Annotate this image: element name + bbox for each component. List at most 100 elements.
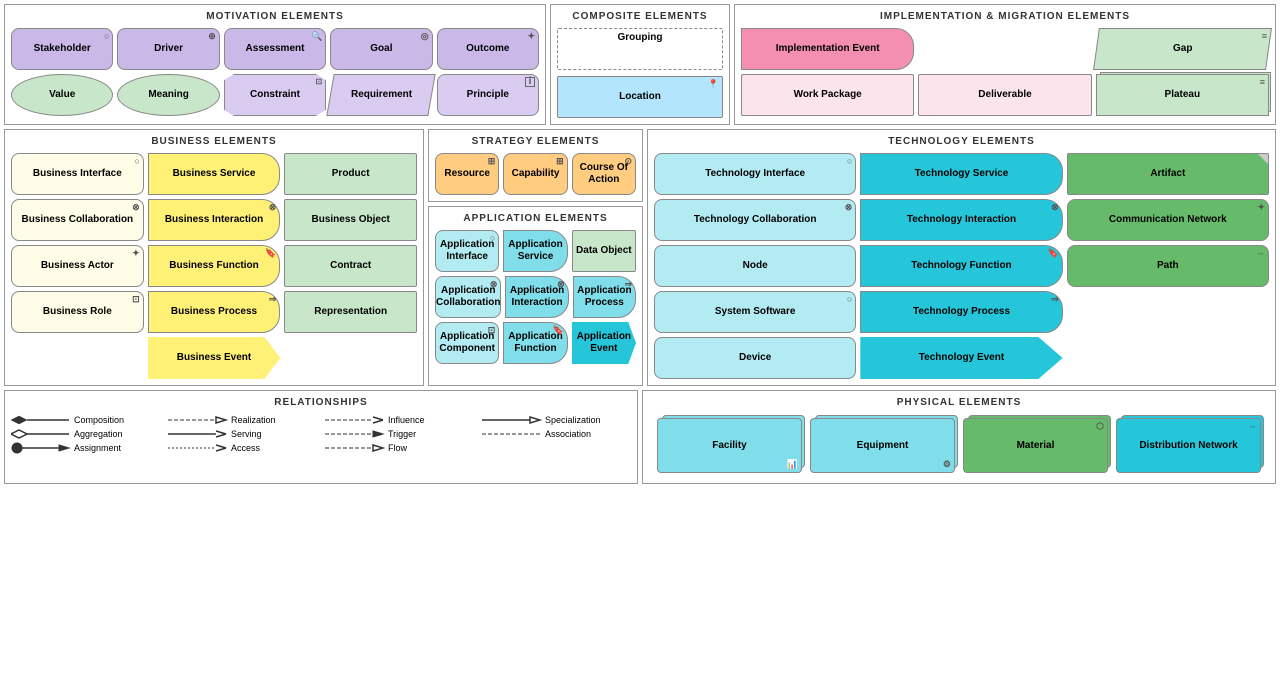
app-service[interactable]: Application Service xyxy=(503,230,567,272)
coa-icon: ⊙ xyxy=(624,156,632,167)
access-rel: Access xyxy=(168,442,317,454)
flow-line xyxy=(325,442,385,454)
application-title: APPLICATION ELEMENTS xyxy=(435,213,636,224)
artifact[interactable]: Artifact xyxy=(1067,153,1269,195)
business-object[interactable]: Business Object xyxy=(284,199,417,241)
goal[interactable]: ◎ Goal xyxy=(330,28,432,70)
specialization-label: Specialization xyxy=(545,415,601,425)
distribution-network[interactable]: ⇔ Distribution Network xyxy=(1116,418,1261,473)
trigger-line xyxy=(325,428,385,440)
location[interactable]: 📍 Location xyxy=(557,76,723,118)
bint-icon: ⊗ xyxy=(269,202,277,213)
ba-icon: ✦ xyxy=(132,248,140,259)
business-event[interactable]: Business Event xyxy=(148,337,281,379)
app-event[interactable]: Application Event xyxy=(572,322,636,364)
tech-empty2 xyxy=(1067,337,1269,379)
tech-function[interactable]: 🔖 Technology Function xyxy=(860,245,1062,287)
ap-icon: ⇒ xyxy=(624,279,632,290)
facility[interactable]: 📊 Facility xyxy=(657,418,802,473)
cn-icon: ✦ xyxy=(1257,202,1265,213)
physical-section: PHYSICAL ELEMENTS 📊 Facility ⚙ Equipment xyxy=(642,390,1276,484)
requirement[interactable]: Requirement xyxy=(326,74,436,116)
realization-label: Realization xyxy=(231,415,276,425)
plateau[interactable]: Plateau ≡ xyxy=(1096,74,1269,116)
serving-label: Serving xyxy=(231,429,262,439)
business-function[interactable]: 🔖 Business Function xyxy=(148,245,281,287)
ti-icon: ○ xyxy=(847,156,852,167)
constraint[interactable]: ⊡ Constraint xyxy=(224,74,326,116)
app-component[interactable]: ⊡ Application Component xyxy=(435,322,499,364)
principle[interactable]: i Principle xyxy=(437,74,539,116)
meaning[interactable]: Meaning xyxy=(117,74,219,116)
motivation-section: MOTIVATION ELEMENTS ○ Stakeholder ⊕ Driv… xyxy=(4,4,546,125)
aggregation-label: Aggregation xyxy=(74,429,123,439)
assessment-icon: 🔍 xyxy=(311,31,322,42)
communication-network[interactable]: ✦ Communication Network xyxy=(1067,199,1269,241)
system-software[interactable]: ○ System Software xyxy=(654,291,856,333)
business-role[interactable]: ⊡ Business Role xyxy=(11,291,144,333)
app-interaction[interactable]: ⊗ Application Interaction xyxy=(505,276,568,318)
bp-icon: ⇒ xyxy=(269,294,277,305)
app-function[interactable]: 🔖 Application Function xyxy=(503,322,567,364)
tech-event[interactable]: Technology Event xyxy=(860,337,1062,379)
assignment-rel: Assignment xyxy=(11,442,160,454)
mid-stack: STRATEGY ELEMENTS ⊞ Resource ⊞ Capabilit… xyxy=(428,129,643,386)
trigger-rel: Trigger xyxy=(325,428,474,440)
deliverable[interactable]: Deliverable xyxy=(918,74,1091,116)
tech-empty xyxy=(1067,291,1269,333)
tech-service[interactable]: Technology Service xyxy=(860,153,1062,195)
device[interactable]: Device xyxy=(654,337,856,379)
work-package[interactable]: Work Package xyxy=(741,74,914,116)
representation[interactable]: Representation xyxy=(284,291,417,333)
tech-interface[interactable]: ○ Technology Interface xyxy=(654,153,856,195)
motivation-title: MOTIVATION ELEMENTS xyxy=(11,11,539,22)
resource-icon: ⊞ xyxy=(488,156,496,167)
path[interactable]: ⇔ Path xyxy=(1067,245,1269,287)
business-actor[interactable]: ✦ Business Actor xyxy=(11,245,144,287)
main-container: MOTIVATION ELEMENTS ○ Stakeholder ⊕ Driv… xyxy=(0,0,1280,488)
realization-line xyxy=(168,414,228,426)
material[interactable]: ⬡ Material xyxy=(963,418,1108,473)
resource[interactable]: ⊞ Resource xyxy=(435,153,499,195)
business-process[interactable]: ⇒ Business Process xyxy=(148,291,281,333)
course-of-action[interactable]: ⊙ Course Of Action xyxy=(572,153,636,195)
stakeholder[interactable]: ○ Stakeholder xyxy=(11,28,113,70)
acomp-icon: ⊡ xyxy=(488,325,496,336)
data-object[interactable]: Data Object xyxy=(572,230,636,272)
relationships-section: RELATIONSHIPS Composition Realiz xyxy=(4,390,638,484)
composition-line xyxy=(11,414,71,426)
equipment[interactable]: ⚙ Equipment xyxy=(810,418,955,473)
tech-process[interactable]: ⇒ Technology Process xyxy=(860,291,1062,333)
assessment[interactable]: 🔍 Assessment xyxy=(224,28,326,70)
material-icon: ⬡ xyxy=(1096,421,1104,432)
value[interactable]: Value xyxy=(11,74,113,116)
flow-label: Flow xyxy=(388,443,407,453)
business-service[interactable]: Business Service xyxy=(148,153,281,195)
capability[interactable]: ⊞ Capability xyxy=(503,153,567,195)
bc-icon: ⊗ xyxy=(132,202,140,213)
contract[interactable]: Contract xyxy=(284,245,417,287)
product[interactable]: Product xyxy=(284,153,417,195)
business-interface[interactable]: ○ Business Interface xyxy=(11,153,144,195)
bi-icon: ○ xyxy=(134,156,139,167)
node[interactable]: Node xyxy=(654,245,856,287)
outcome[interactable]: ✦ Outcome xyxy=(437,28,539,70)
bf-icon: 🔖 xyxy=(265,248,276,259)
composite-section: COMPOSITE ELEMENTS Grouping 📍 Location xyxy=(550,4,730,125)
equipment-icon: ⚙ xyxy=(943,459,951,470)
tech-collaboration[interactable]: ⊗ Technology Collaboration xyxy=(654,199,856,241)
driver[interactable]: ⊕ Driver xyxy=(117,28,219,70)
strategy-section: STRATEGY ELEMENTS ⊞ Resource ⊞ Capabilit… xyxy=(428,129,643,202)
app-collaboration[interactable]: ⊗ Application Collaboration xyxy=(435,276,501,318)
gap[interactable]: Gap ≡ xyxy=(1093,28,1272,70)
app-interface[interactable]: ○ Application Interface xyxy=(435,230,499,272)
business-interaction[interactable]: ⊗ Business Interaction xyxy=(148,199,281,241)
implementation-event[interactable]: Implementation Event xyxy=(741,28,914,70)
physical-title: PHYSICAL ELEMENTS xyxy=(649,397,1269,408)
tech-interaction[interactable]: ⊗ Technology Interaction xyxy=(860,199,1062,241)
plateau-icon: ≡ xyxy=(1260,77,1265,88)
grouping[interactable]: Grouping xyxy=(557,28,723,70)
app-process[interactable]: ⇒ Application Process xyxy=(573,276,636,318)
business-collaboration[interactable]: ⊗ Business Collaboration xyxy=(11,199,144,241)
row2: BUSINESS ELEMENTS ○ Business Interface ⊗… xyxy=(4,129,1276,386)
